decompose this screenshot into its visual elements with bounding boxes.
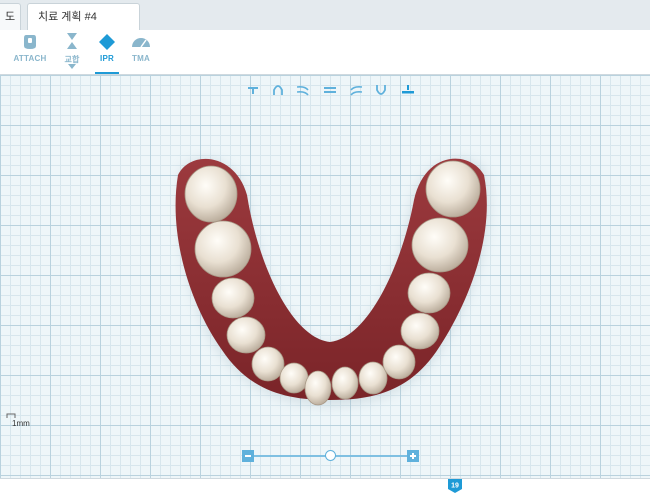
zoom-slider[interactable] <box>242 449 420 463</box>
zoom-out-icon[interactable] <box>242 450 254 462</box>
model-viewport[interactable] <box>0 75 650 478</box>
chevron-down-icon <box>68 64 76 69</box>
tool-toolbar: ATTACH 교합 IPR TMA <box>0 30 650 75</box>
occlusion-icon <box>67 33 77 49</box>
tool-label: IPR <box>100 54 114 63</box>
view-front-icon[interactable] <box>324 84 336 96</box>
ipr-diamond-icon <box>99 34 115 50</box>
view-controls <box>248 83 418 97</box>
attachment-icon <box>24 35 36 49</box>
scale-label: 1mm <box>12 419 30 428</box>
scale-indicator: 1mm <box>6 413 30 428</box>
occlusion-tool-button[interactable]: 교합 <box>58 30 86 74</box>
zoom-in-icon[interactable] <box>407 450 419 462</box>
tma-gauge-icon <box>132 38 150 48</box>
active-indicator <box>95 72 119 74</box>
tool-label: TMA <box>132 54 150 63</box>
view-bottom-icon[interactable] <box>402 84 414 96</box>
tab-previous[interactable]: 도 <box>0 3 21 30</box>
tab-bar: 도 치료 계획 #4 03/25/2019 <box>0 0 650 50</box>
view-top-icon[interactable] <box>248 84 258 96</box>
tma-tool-button[interactable]: TMA <box>127 30 155 74</box>
tool-label: ATTACH <box>13 54 47 63</box>
tab-treatment-plan[interactable]: 치료 계획 #4 03/25/2019 <box>27 3 140 50</box>
stage-marker-icon[interactable]: 19 <box>447 478 463 494</box>
view-left-icon[interactable] <box>350 84 362 96</box>
attach-tool-button[interactable]: ATTACH <box>12 30 48 74</box>
view-arch-upper-icon[interactable] <box>272 84 284 96</box>
view-right-icon[interactable] <box>297 84 309 96</box>
ipr-tool-button[interactable]: IPR <box>95 30 119 74</box>
stage-number: 19 <box>451 483 459 490</box>
stage-timeline[interactable] <box>0 478 650 496</box>
view-arch-lower-icon[interactable] <box>375 84 387 96</box>
tab-label: 도 <box>5 11 16 23</box>
zoom-thumb[interactable] <box>324 450 336 461</box>
